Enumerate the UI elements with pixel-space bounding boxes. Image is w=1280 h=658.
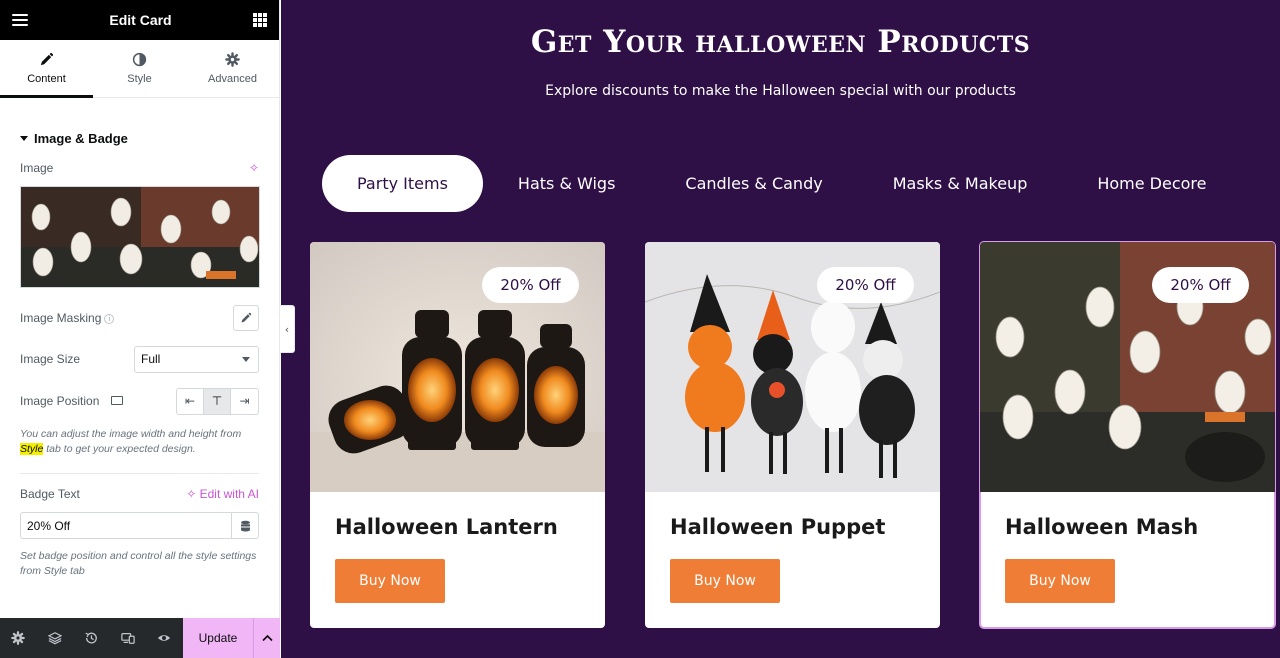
buy-now-button[interactable]: Buy Now: [670, 559, 780, 603]
badge-text-label: Badge Text: [20, 487, 80, 501]
image-position-control: ⇤ ⊤ ⇥: [176, 387, 259, 415]
product-card: 20% Off Halloween Puppet Buy Now: [645, 242, 940, 628]
layers-icon[interactable]: [37, 618, 74, 658]
image-label: Image: [20, 161, 54, 175]
page-title: Get Your halloween Products: [530, 24, 1031, 60]
preview-canvas: Get Your halloween Products Explore disc…: [281, 0, 1280, 658]
image-thumbnail[interactable]: [20, 186, 260, 288]
align-left-icon[interactable]: ⇤: [177, 388, 204, 414]
ai-sparkle-icon[interactable]: ✧: [249, 161, 259, 175]
editor-title: Edit Card: [109, 12, 172, 28]
product-image: 20% Off: [645, 242, 940, 492]
buy-now-button[interactable]: Buy Now: [335, 559, 445, 603]
card-title: Halloween Puppet: [670, 515, 886, 539]
preview-eye-icon[interactable]: [146, 618, 183, 658]
edit-with-ai-link[interactable]: ✧ Edit with AI: [186, 487, 259, 501]
update-options-chevron-icon[interactable]: [253, 618, 280, 658]
image-size-value: Full: [141, 352, 161, 366]
card-title: Halloween Mash: [1005, 515, 1199, 539]
update-button[interactable]: Update: [183, 618, 253, 658]
image-size-select[interactable]: Full: [134, 345, 259, 373]
align-top-icon[interactable]: ⊤: [204, 388, 231, 414]
tab-candles-candy[interactable]: Candles & Candy: [650, 155, 857, 212]
tab-advanced-label: Advanced: [208, 73, 257, 85]
hamburger-menu-icon[interactable]: [12, 14, 28, 26]
divider: [20, 473, 259, 474]
widgets-grid-icon[interactable]: [252, 13, 267, 27]
section-image-badge[interactable]: Image & Badge: [0, 118, 279, 158]
tab-advanced[interactable]: Advanced: [186, 40, 279, 97]
collapse-panel-chevron-icon[interactable]: ‹: [280, 305, 295, 353]
discount-badge: 20% Off: [482, 267, 579, 303]
masking-edit-button[interactable]: [233, 305, 259, 331]
page-subtitle: Explore discounts to make the Halloween …: [545, 83, 1016, 99]
pencil-icon: [241, 312, 252, 323]
image-size-label: Image Size: [20, 352, 81, 366]
gear-icon: [225, 52, 240, 67]
editor-topbar: Edit Card: [0, 0, 279, 40]
badge-text-field-wrap: [20, 512, 259, 539]
card-title: Halloween Lantern: [335, 515, 558, 539]
pencil-icon: [40, 52, 54, 66]
image-help-text: You can adjust the image width and heigh…: [20, 428, 242, 455]
half-circle-icon: [132, 52, 147, 67]
buy-now-button[interactable]: Buy Now: [1005, 559, 1115, 603]
tab-hats-wigs[interactable]: Hats & Wigs: [483, 155, 651, 212]
tab-party-items[interactable]: Party Items: [322, 155, 483, 212]
badge-help-text: Set badge position and control all the s…: [20, 550, 257, 577]
section-title: Image & Badge: [34, 130, 128, 146]
desktop-monitor-icon[interactable]: [111, 396, 124, 406]
editor-tabs: Content Style Advanced: [0, 40, 279, 98]
info-icon[interactable]: i: [104, 313, 115, 324]
tab-masks-makeup[interactable]: Masks & Makeup: [858, 155, 1063, 212]
product-image: 20% Off: [310, 242, 605, 492]
badge-text-input[interactable]: [21, 513, 231, 538]
editor-bottom-bar: Update: [0, 618, 280, 658]
tab-home-decore[interactable]: Home Decore: [1062, 155, 1241, 212]
responsive-mode-icon[interactable]: [110, 618, 147, 658]
tab-content[interactable]: Content: [0, 40, 93, 98]
tab-style[interactable]: Style: [93, 40, 186, 97]
dynamic-tags-icon[interactable]: [231, 513, 258, 538]
history-icon[interactable]: [73, 618, 110, 658]
product-card[interactable]: 20% Off Halloween Mash Buy Now: [979, 241, 1276, 629]
settings-gear-icon[interactable]: [0, 618, 37, 658]
tab-style-label: Style: [127, 73, 152, 85]
align-right-icon[interactable]: ⇥: [231, 389, 258, 414]
discount-badge: 20% Off: [817, 267, 914, 303]
image-masking-label: Image Masking i: [20, 311, 115, 325]
dropdown-arrow-icon: [242, 356, 250, 362]
editor-panel: Edit Card Content Style Advanced Image &…: [0, 0, 280, 658]
caret-down-icon: [20, 135, 28, 141]
discount-badge: 20% Off: [1152, 267, 1249, 303]
tab-content-label: Content: [27, 73, 66, 85]
product-image: 20% Off: [980, 242, 1275, 492]
product-card: 20% Off Halloween Lantern Buy Now: [310, 242, 605, 628]
image-position-label: Image Position: [20, 394, 100, 408]
category-tabs: Party Items Hats & Wigs Candles & Candy …: [322, 155, 1242, 212]
